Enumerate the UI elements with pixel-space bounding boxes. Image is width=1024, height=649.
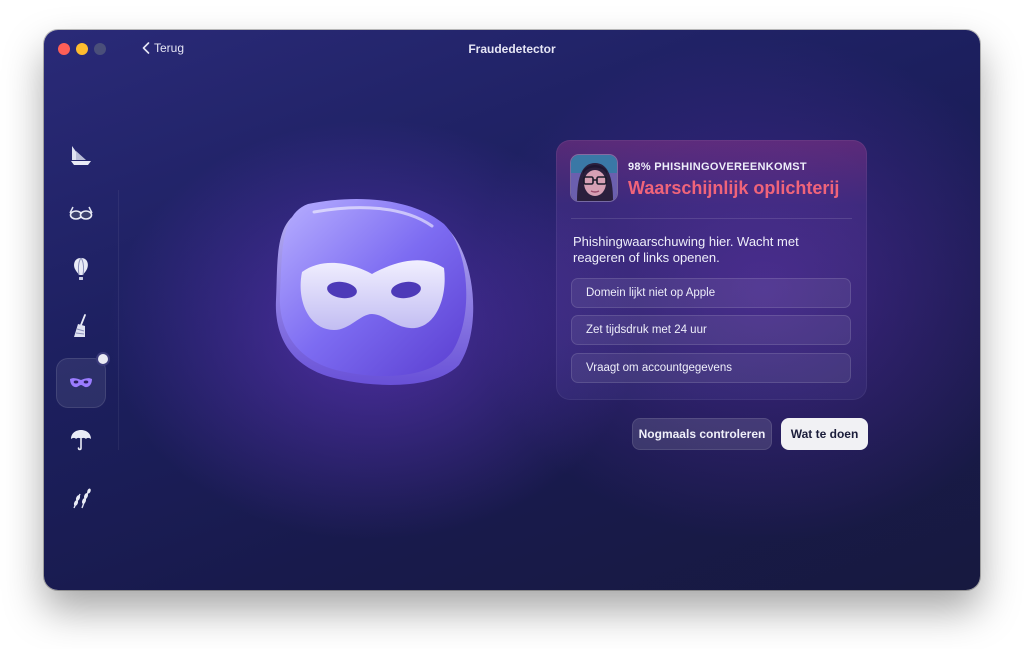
sidebar bbox=[44, 110, 120, 530]
sidebar-item-ship[interactable] bbox=[56, 130, 106, 180]
sidebar-item-balloon[interactable] bbox=[56, 244, 106, 294]
sidebar-divider bbox=[118, 190, 119, 450]
result-card: 98% PHISHINGOVEREENKOMST Waarschijnlijk … bbox=[556, 140, 867, 400]
ship-icon bbox=[71, 146, 91, 165]
avatar bbox=[571, 155, 617, 201]
sidebar-item-mask[interactable] bbox=[56, 354, 108, 408]
app-window: Terug Fraudedetector 98% PHISHINGOVEREEN… bbox=[44, 30, 980, 590]
card-divider bbox=[571, 218, 852, 219]
reason-item: Domein lijkt niet op Apple bbox=[571, 278, 851, 308]
verdict-title: Waarschijnlijk oplichterij bbox=[628, 178, 840, 198]
recheck-button[interactable]: Nogmaals controleren bbox=[632, 418, 772, 450]
result-description: Phishingwaarschuwing hier. Wacht met rea… bbox=[573, 234, 799, 265]
window-title: Fraudedetector bbox=[468, 42, 556, 56]
active-indicator bbox=[98, 354, 108, 364]
sidebar-item-glasses[interactable] bbox=[56, 187, 106, 237]
reason-item: Zet tijdsdruk met 24 uur bbox=[571, 315, 851, 345]
sidebar-item-wheat[interactable] bbox=[56, 472, 106, 522]
glasses-icon bbox=[69, 206, 93, 220]
balloon-icon bbox=[74, 257, 88, 280]
title-bar: Terug Fraudedetector bbox=[44, 30, 980, 70]
what-to-do-button[interactable]: Wat te doen bbox=[781, 418, 868, 450]
umbrella-icon bbox=[71, 430, 91, 451]
person-avatar-icon bbox=[571, 155, 617, 201]
match-label: 98% PHISHINGOVEREENKOMST bbox=[628, 161, 807, 173]
mask-hero-icon bbox=[275, 198, 474, 385]
broom-icon bbox=[74, 314, 86, 337]
reason-item: Vraagt om accountgegevens bbox=[571, 353, 851, 383]
hero-illustration bbox=[264, 190, 484, 390]
sidebar-item-umbrella[interactable] bbox=[56, 415, 106, 465]
wheat-icon bbox=[73, 488, 91, 509]
mask-icon bbox=[70, 378, 92, 388]
sidebar-item-broom[interactable] bbox=[56, 301, 106, 351]
